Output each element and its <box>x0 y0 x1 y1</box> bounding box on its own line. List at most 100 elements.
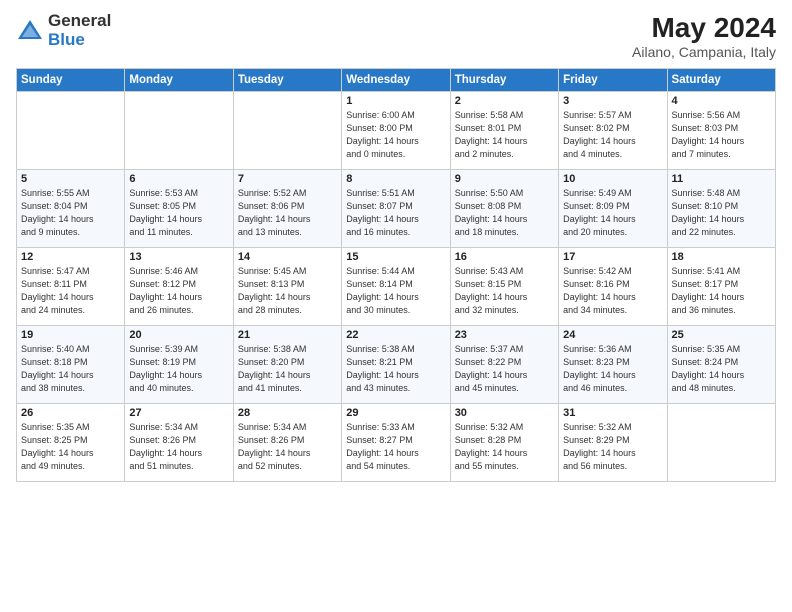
day-info: Sunrise: 5:43 AM Sunset: 8:15 PM Dayligh… <box>455 265 554 317</box>
day-number: 2 <box>455 95 554 107</box>
day-number: 30 <box>455 407 554 419</box>
day-number: 27 <box>129 407 228 419</box>
day-info: Sunrise: 5:58 AM Sunset: 8:01 PM Dayligh… <box>455 109 554 161</box>
day-number: 10 <box>563 173 662 185</box>
day-number: 9 <box>455 173 554 185</box>
col-thursday: Thursday <box>450 69 558 92</box>
day-info: Sunrise: 5:42 AM Sunset: 8:16 PM Dayligh… <box>563 265 662 317</box>
calendar-cell: 22 Sunrise: 5:38 AM Sunset: 8:21 PM Dayli… <box>342 326 450 404</box>
day-info: Sunrise: 5:34 AM Sunset: 8:26 PM Dayligh… <box>238 421 337 473</box>
calendar-cell: 23Sunrise: 5:37 AM Sunset: 8:22 PM Dayli… <box>450 326 558 404</box>
day-number: 1 <box>346 95 445 107</box>
page: General Blue May 2024 Ailano, Campania, … <box>0 0 792 612</box>
calendar-cell: 29 Sunrise: 5:33 AM Sunset: 8:27 PM Dayli… <box>342 404 450 482</box>
calendar-cell: 31 Sunrise: 5:32 AM Sunset: 8:29 PM Dayli… <box>559 404 667 482</box>
calendar-cell: 4 Sunrise: 5:56 AM Sunset: 8:03 PM Daylig… <box>667 92 775 170</box>
calendar-cell: 1Sunrise: 6:00 AM Sunset: 8:00 PM Daylig… <box>342 92 450 170</box>
calendar-cell: 18 Sunrise: 5:41 AM Sunset: 8:17 PM Dayli… <box>667 248 775 326</box>
calendar-cell: 7 Sunrise: 5:52 AM Sunset: 8:06 PM Daylig… <box>233 170 341 248</box>
col-friday: Friday <box>559 69 667 92</box>
day-info: Sunrise: 5:48 AM Sunset: 8:10 PM Dayligh… <box>672 187 771 239</box>
day-number: 25 <box>672 329 771 341</box>
day-info: Sunrise: 5:39 AM Sunset: 8:19 PM Dayligh… <box>129 343 228 395</box>
day-info: Sunrise: 5:44 AM Sunset: 8:14 PM Dayligh… <box>346 265 445 317</box>
day-info: Sunrise: 5:35 AM Sunset: 8:25 PM Dayligh… <box>21 421 120 473</box>
week-row-3: 19Sunrise: 5:40 AM Sunset: 8:18 PM Dayli… <box>17 326 776 404</box>
week-row-1: 5 Sunrise: 5:55 AM Sunset: 8:04 PM Daylig… <box>17 170 776 248</box>
day-number: 26 <box>21 407 120 419</box>
calendar: Sunday Monday Tuesday Wednesday Thursday… <box>16 68 776 482</box>
calendar-cell: 17 Sunrise: 5:42 AM Sunset: 8:16 PM Dayli… <box>559 248 667 326</box>
calendar-cell: 5 Sunrise: 5:55 AM Sunset: 8:04 PM Daylig… <box>17 170 125 248</box>
day-info: Sunrise: 5:33 AM Sunset: 8:27 PM Dayligh… <box>346 421 445 473</box>
day-number: 11 <box>672 173 771 185</box>
day-number: 19 <box>21 329 120 341</box>
day-number: 5 <box>21 173 120 185</box>
calendar-cell: 19Sunrise: 5:40 AM Sunset: 8:18 PM Dayli… <box>17 326 125 404</box>
logo-blue-text: Blue <box>48 31 111 50</box>
day-info: Sunrise: 5:36 AM Sunset: 8:23 PM Dayligh… <box>563 343 662 395</box>
title-block: May 2024 Ailano, Campania, Italy <box>632 12 776 60</box>
calendar-cell <box>125 92 233 170</box>
day-info: Sunrise: 5:41 AM Sunset: 8:17 PM Dayligh… <box>672 265 771 317</box>
calendar-cell: 2 Sunrise: 5:58 AM Sunset: 8:01 PM Daylig… <box>450 92 558 170</box>
col-sunday: Sunday <box>17 69 125 92</box>
calendar-cell <box>667 404 775 482</box>
day-number: 31 <box>563 407 662 419</box>
day-info: Sunrise: 5:56 AM Sunset: 8:03 PM Dayligh… <box>672 109 771 161</box>
day-number: 24 <box>563 329 662 341</box>
day-info: Sunrise: 5:46 AM Sunset: 8:12 PM Dayligh… <box>129 265 228 317</box>
day-info: Sunrise: 5:57 AM Sunset: 8:02 PM Dayligh… <box>563 109 662 161</box>
day-info: Sunrise: 5:55 AM Sunset: 8:04 PM Dayligh… <box>21 187 120 239</box>
day-number: 14 <box>238 251 337 263</box>
day-info: Sunrise: 5:52 AM Sunset: 8:06 PM Dayligh… <box>238 187 337 239</box>
calendar-cell <box>17 92 125 170</box>
calendar-cell: 15 Sunrise: 5:44 AM Sunset: 8:14 PM Dayli… <box>342 248 450 326</box>
day-info: Sunrise: 5:35 AM Sunset: 8:24 PM Dayligh… <box>672 343 771 395</box>
calendar-cell: 26 Sunrise: 5:35 AM Sunset: 8:25 PM Dayli… <box>17 404 125 482</box>
day-info: Sunrise: 5:45 AM Sunset: 8:13 PM Dayligh… <box>238 265 337 317</box>
day-info: Sunrise: 5:49 AM Sunset: 8:09 PM Dayligh… <box>563 187 662 239</box>
day-info: Sunrise: 5:47 AM Sunset: 8:11 PM Dayligh… <box>21 265 120 317</box>
calendar-cell: 11 Sunrise: 5:48 AM Sunset: 8:10 PM Dayli… <box>667 170 775 248</box>
day-number: 3 <box>563 95 662 107</box>
day-number: 7 <box>238 173 337 185</box>
logo: General Blue <box>16 12 111 49</box>
logo-general-text: General <box>48 12 111 31</box>
day-number: 21 <box>238 329 337 341</box>
day-number: 17 <box>563 251 662 263</box>
day-info: Sunrise: 5:32 AM Sunset: 8:29 PM Dayligh… <box>563 421 662 473</box>
day-number: 12 <box>21 251 120 263</box>
day-info: Sunrise: 5:38 AM Sunset: 8:20 PM Dayligh… <box>238 343 337 395</box>
day-info: Sunrise: 5:38 AM Sunset: 8:21 PM Dayligh… <box>346 343 445 395</box>
col-tuesday: Tuesday <box>233 69 341 92</box>
main-title: May 2024 <box>632 12 776 44</box>
day-number: 15 <box>346 251 445 263</box>
week-row-2: 12 Sunrise: 5:47 AM Sunset: 8:11 PM Dayli… <box>17 248 776 326</box>
day-number: 22 <box>346 329 445 341</box>
calendar-cell: 3 Sunrise: 5:57 AM Sunset: 8:02 PM Daylig… <box>559 92 667 170</box>
day-number: 4 <box>672 95 771 107</box>
calendar-cell: 28 Sunrise: 5:34 AM Sunset: 8:26 PM Dayli… <box>233 404 341 482</box>
calendar-cell: 30Sunrise: 5:32 AM Sunset: 8:28 PM Dayli… <box>450 404 558 482</box>
col-wednesday: Wednesday <box>342 69 450 92</box>
day-info: Sunrise: 5:50 AM Sunset: 8:08 PM Dayligh… <box>455 187 554 239</box>
col-monday: Monday <box>125 69 233 92</box>
calendar-cell: 6Sunrise: 5:53 AM Sunset: 8:05 PM Daylig… <box>125 170 233 248</box>
subtitle: Ailano, Campania, Italy <box>632 44 776 60</box>
day-number: 20 <box>129 329 228 341</box>
calendar-cell: 16Sunrise: 5:43 AM Sunset: 8:15 PM Dayli… <box>450 248 558 326</box>
day-number: 28 <box>238 407 337 419</box>
calendar-cell: 21 Sunrise: 5:38 AM Sunset: 8:20 PM Dayli… <box>233 326 341 404</box>
day-number: 13 <box>129 251 228 263</box>
logo-icon <box>16 17 44 45</box>
calendar-cell: 9 Sunrise: 5:50 AM Sunset: 8:08 PM Daylig… <box>450 170 558 248</box>
day-info: Sunrise: 5:37 AM Sunset: 8:22 PM Dayligh… <box>455 343 554 395</box>
header: General Blue May 2024 Ailano, Campania, … <box>16 12 776 60</box>
day-number: 18 <box>672 251 771 263</box>
logo-text: General Blue <box>48 12 111 49</box>
calendar-cell: 25 Sunrise: 5:35 AM Sunset: 8:24 PM Dayli… <box>667 326 775 404</box>
day-number: 29 <box>346 407 445 419</box>
day-info: Sunrise: 5:53 AM Sunset: 8:05 PM Dayligh… <box>129 187 228 239</box>
day-info: Sunrise: 5:51 AM Sunset: 8:07 PM Dayligh… <box>346 187 445 239</box>
